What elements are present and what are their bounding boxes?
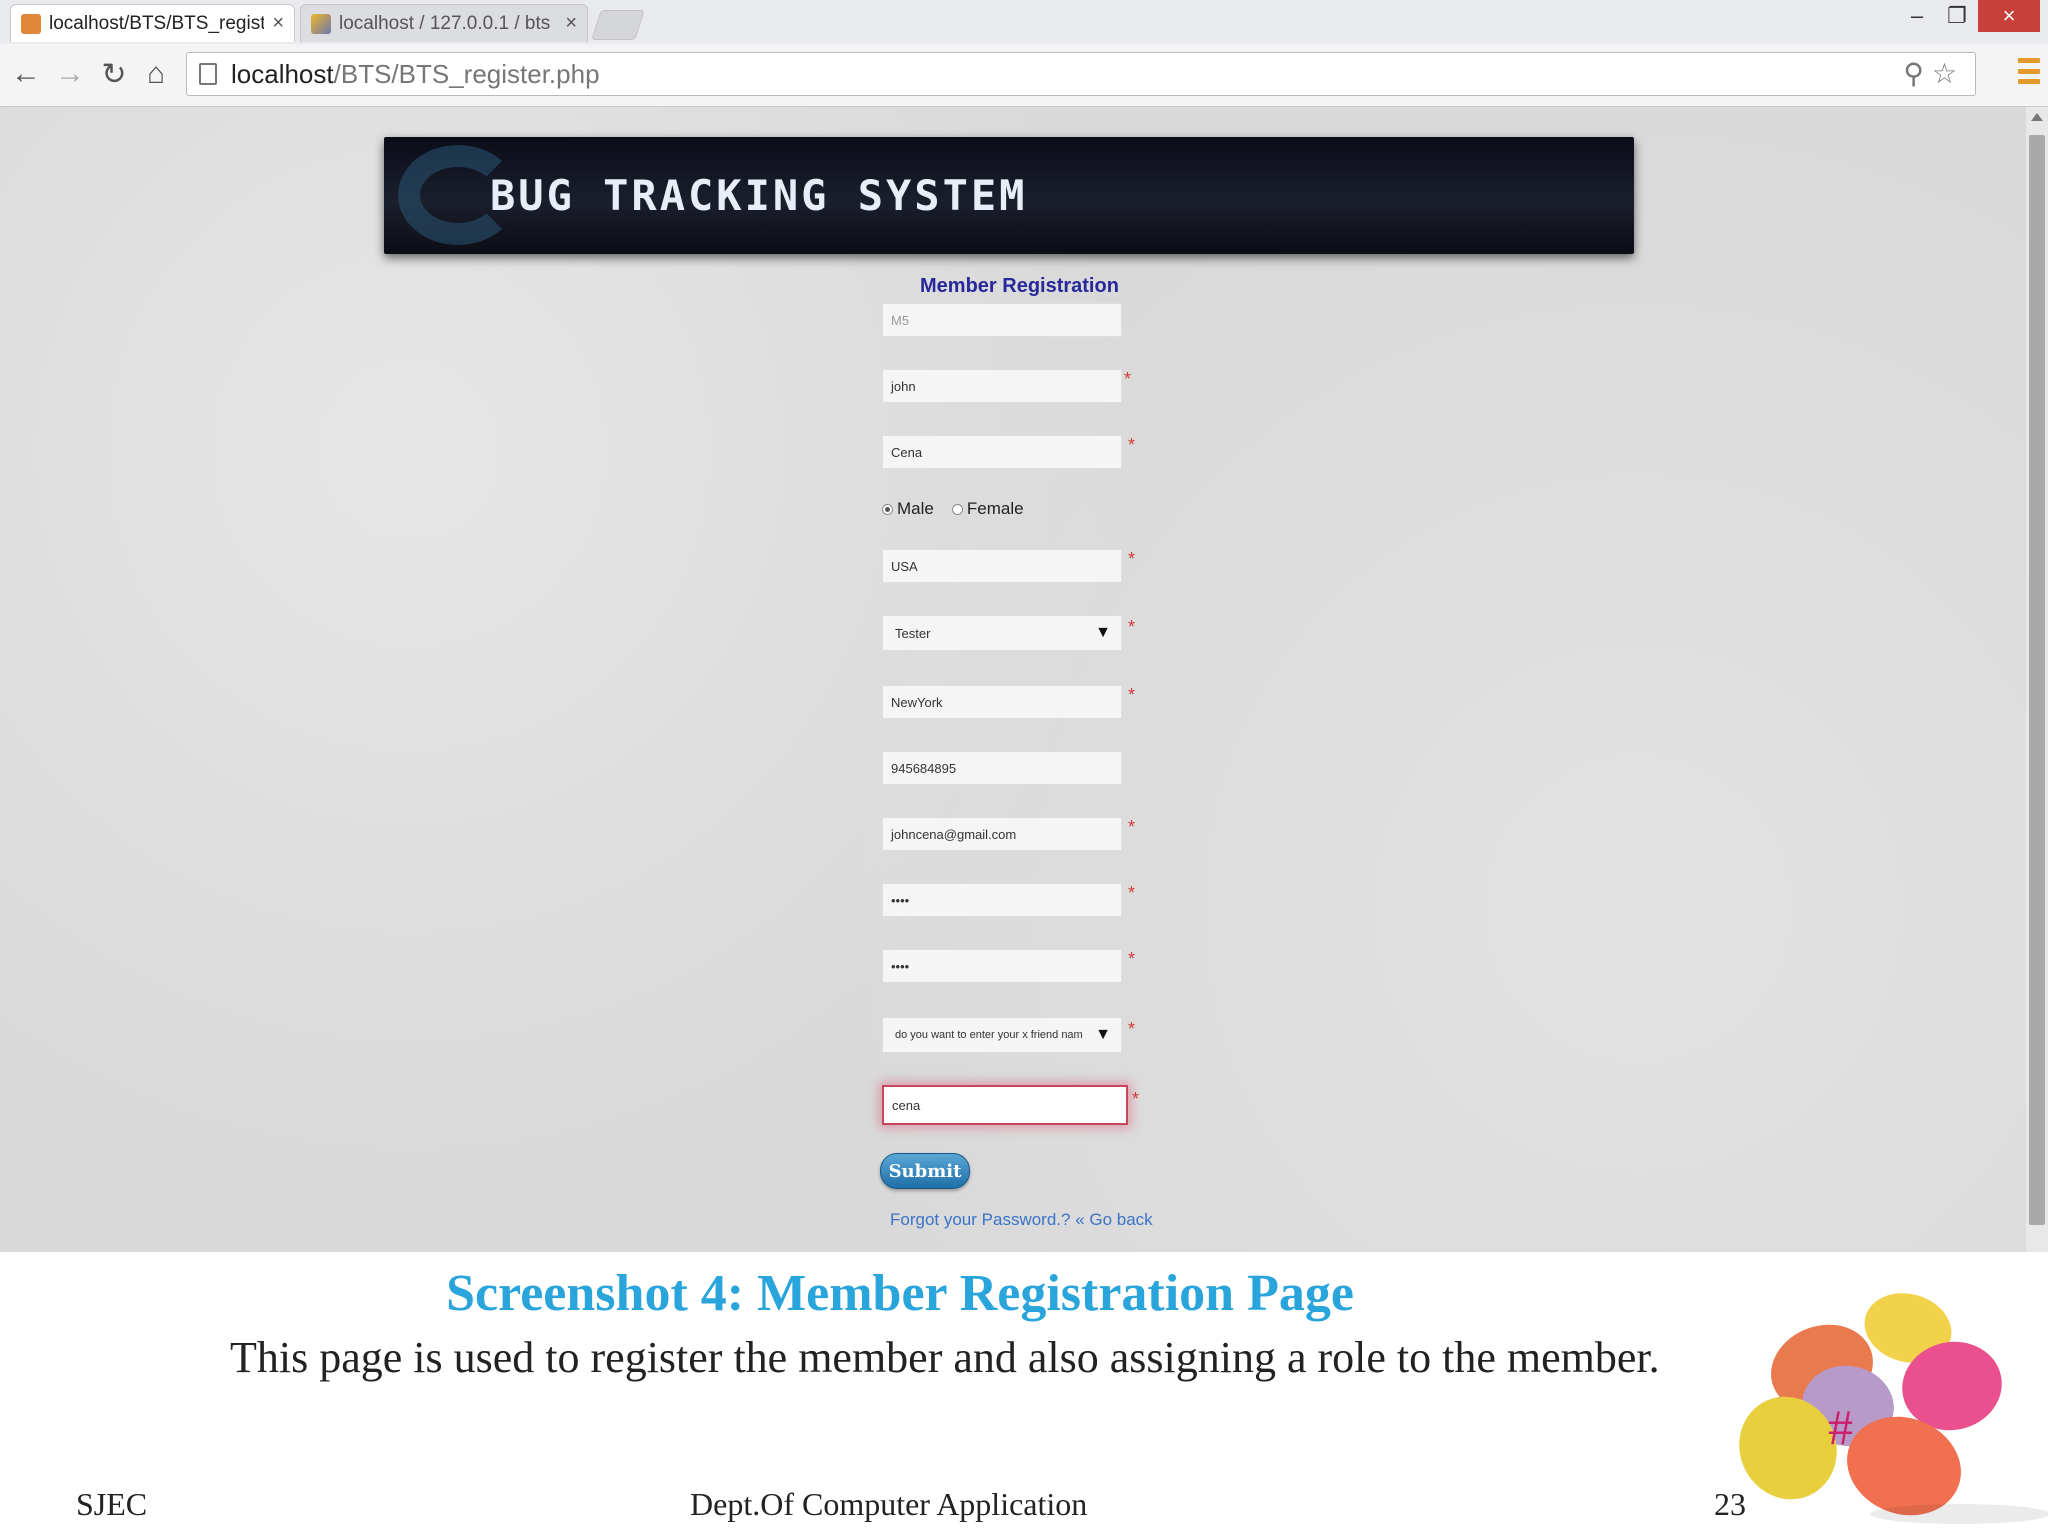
email-field[interactable]: johncena@gmail.com — [882, 817, 1122, 851]
url-path: /BTS/BTS_register.php — [333, 58, 600, 89]
go-back-link[interactable]: Go back — [1089, 1210, 1152, 1229]
security-question-select[interactable]: do you want to enter your x friend nam ▼ — [882, 1017, 1122, 1053]
required-marker: * — [1128, 817, 1136, 837]
tab-close-icon[interactable]: × — [272, 12, 284, 35]
menu-icon[interactable] — [2018, 58, 2040, 84]
new-tab-button[interactable] — [591, 10, 645, 40]
page-viewport: BUG TRACKING SYSTEM Member Registration … — [0, 107, 2048, 1252]
browser-tab-bar: localhost/BTS/BTS_register × localhost /… — [0, 0, 2048, 44]
required-marker: * — [1128, 549, 1136, 569]
submit-button[interactable]: Submit — [880, 1153, 970, 1189]
required-marker: * — [1132, 1089, 1140, 1109]
decorative-eggs-image — [1739, 1293, 2048, 1524]
caption-title: Screenshot 4: Member Registration Page — [446, 1265, 1354, 1322]
required-marker: * — [1128, 949, 1136, 969]
female-radio[interactable] — [951, 503, 963, 515]
search-and-bookmark-icons[interactable]: ⚲☆ — [1903, 57, 1965, 90]
forward-icon[interactable]: → — [52, 56, 88, 92]
required-marker: * — [1124, 369, 1132, 389]
scroll-up-icon[interactable] — [2031, 113, 2043, 121]
xampp-favicon-icon — [21, 13, 41, 34]
country-field[interactable]: USA — [882, 549, 1122, 583]
confirm-password-field[interactable]: •••• — [882, 949, 1122, 983]
role-select-value: Tester — [895, 625, 931, 641]
back-icon[interactable]: ← — [8, 56, 44, 92]
phone-field[interactable]: 945684895 — [882, 751, 1122, 785]
form-links: Forgot your Password.? « Go back — [890, 1210, 1153, 1230]
required-marker: * — [1128, 1019, 1136, 1039]
pma-favicon-icon — [311, 13, 331, 34]
link-separator: « — [1070, 1210, 1090, 1229]
hash-mark: # — [1828, 1399, 1853, 1455]
city-field[interactable]: NewYork — [882, 685, 1122, 719]
male-radio[interactable] — [882, 503, 893, 515]
tab-title: localhost / 127.0.0.1 / bts — [339, 12, 551, 34]
banner-title: BUG TRACKING SYSTEM — [490, 171, 1028, 220]
required-marker: * — [1128, 435, 1136, 455]
caption-body: This page is used to register the member… — [230, 1333, 1660, 1382]
form-heading: Member Registration — [920, 275, 1119, 297]
role-select[interactable]: Tester ▼ — [882, 615, 1122, 651]
footer-center: Dept.Of Computer Application — [690, 1486, 1088, 1522]
address-bar[interactable]: localhost/BTS/BTS_register.php ⚲☆ — [186, 52, 1976, 96]
tab-close-icon[interactable]: × — [565, 12, 577, 35]
page-scrollbar[interactable] — [2026, 107, 2048, 1252]
dropdown-caret-icon: ▼ — [1095, 1026, 1111, 1043]
dropdown-caret-icon: ▼ — [1095, 624, 1111, 641]
page-icon — [199, 63, 217, 85]
tab-phpmyadmin[interactable]: localhost / 127.0.0.1 / bts × — [300, 4, 588, 42]
male-label: Male — [897, 499, 934, 518]
required-marker: * — [1128, 617, 1136, 637]
last-name-field[interactable]: Cena — [882, 435, 1122, 469]
scrollbar-thumb[interactable] — [2029, 135, 2045, 1225]
browser-toolbar: ← → ↻ ⌂ localhost/BTS/BTS_register.php ⚲… — [0, 44, 2048, 107]
tab-register[interactable]: localhost/BTS/BTS_register × — [10, 4, 295, 42]
first-name-field[interactable]: john — [882, 369, 1122, 403]
required-marker: * — [1128, 883, 1136, 903]
page-number: 23 — [1714, 1486, 1746, 1522]
footer-left: SJEC — [76, 1486, 148, 1522]
site-banner: BUG TRACKING SYSTEM — [384, 137, 1634, 254]
required-marker: * — [1128, 685, 1136, 705]
url-host: localhost — [231, 58, 334, 89]
password-field[interactable]: •••• — [882, 883, 1122, 917]
security-question-value: do you want to enter your x friend nam — [895, 1029, 1083, 1041]
tab-title: localhost/BTS/BTS_register — [49, 12, 265, 34]
gender-radio-group: Male Female — [882, 499, 1024, 519]
reload-icon[interactable]: ↻ — [96, 56, 132, 92]
restore-button[interactable]: ❐ — [1934, 0, 1980, 32]
member-id-field[interactable]: M5 — [882, 303, 1122, 337]
home-icon[interactable]: ⌂ — [138, 56, 174, 92]
forgot-password-link[interactable]: Forgot your Password.? — [890, 1210, 1070, 1229]
close-window-button[interactable]: × — [1978, 0, 2040, 32]
female-label: Female — [966, 499, 1024, 518]
security-answer-field[interactable]: cena — [882, 1085, 1128, 1125]
